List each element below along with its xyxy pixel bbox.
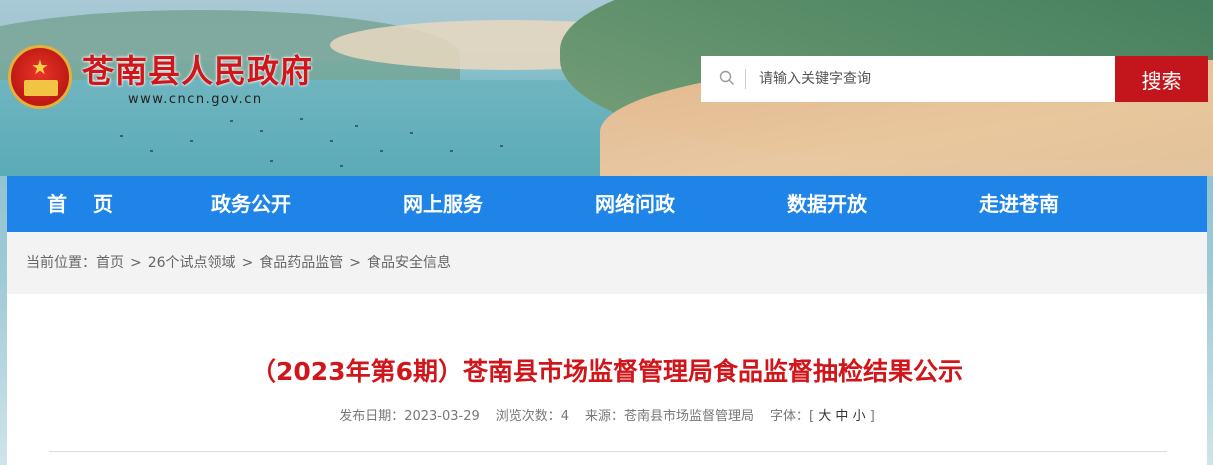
nav-item-online-inquiry[interactable]: 网络问政 — [539, 176, 731, 232]
font-size-large-button[interactable]: 大 — [818, 409, 831, 424]
breadcrumb-food-safety[interactable]: 食品安全信息 — [367, 255, 451, 271]
article-source: 来源：苍南县市场监督管理局 — [585, 409, 755, 424]
article-title: （2023年第6期）苍南县市场监督管理局食品监督抽检结果公示 — [251, 357, 963, 386]
font-size-label: 字体：[ — [770, 409, 815, 424]
main-nav: 首页 政务公开 网上服务 网络问政 数据开放 走进苍南 — [7, 176, 1207, 232]
breadcrumb: 当前位置：首页 >26个试点领域 > 食品药品监管 > 食品安全信息 — [7, 232, 1207, 294]
nav-item-online-services[interactable]: 网上服务 — [347, 176, 539, 232]
site-title[interactable]: 苍南县人民政府 — [82, 46, 313, 92]
publish-date: 发布日期：2023-03-29 — [339, 409, 480, 424]
font-size-medium-button[interactable]: 中 — [835, 409, 848, 424]
national-emblem-icon: ★ — [8, 45, 72, 109]
breadcrumb-separator: > — [349, 255, 362, 271]
search-box — [701, 56, 1116, 102]
view-count: 浏览次数：4 — [495, 409, 570, 424]
search-icon — [719, 70, 734, 85]
breadcrumb-separator: > — [241, 255, 254, 271]
breadcrumb-pilot-areas[interactable]: 26个试点领域 — [148, 255, 236, 271]
nav-item-home[interactable]: 首页 — [7, 176, 155, 232]
search-input[interactable] — [759, 56, 1099, 102]
font-size-small-button[interactable]: 小 — [853, 409, 866, 424]
nav-item-about-cangnan[interactable]: 走进苍南 — [923, 176, 1115, 232]
breadcrumb-separator: > — [130, 255, 142, 271]
breadcrumb-food-drug[interactable]: 食品药品监管 — [259, 255, 343, 271]
breadcrumb-prefix: 当前位置： — [26, 255, 96, 271]
font-size-close: ] — [869, 409, 875, 424]
divider — [49, 451, 1167, 452]
search-divider — [745, 69, 746, 89]
article-container: （2023年第6期）苍南县市场监督管理局食品监督抽检结果公示 发布日期：2023… — [7, 294, 1207, 465]
article-meta: 发布日期：2023-03-29 浏览次数：4 来源：苍南县市场监督管理局 字体：[ 大… — [7, 405, 1207, 424]
site-url: www.cncn.gov.cn — [128, 92, 263, 107]
nav-item-open-data[interactable]: 数据开放 — [731, 176, 923, 232]
gate-icon — [24, 80, 58, 96]
search-button[interactable]: 搜索 — [1115, 56, 1208, 102]
star-icon: ★ — [31, 55, 49, 79]
nav-item-government-affairs[interactable]: 政务公开 — [155, 176, 347, 232]
breadcrumb-home[interactable]: 首页 — [96, 255, 124, 271]
